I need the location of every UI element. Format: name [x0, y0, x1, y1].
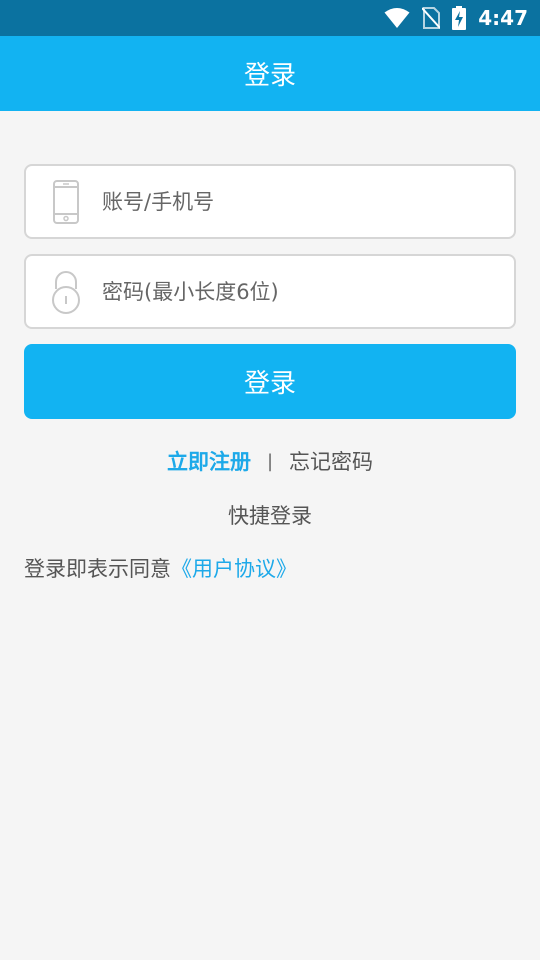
account-field[interactable] — [24, 164, 516, 239]
login-button[interactable]: 登录 — [24, 344, 516, 419]
lock-icon — [48, 269, 84, 315]
agreement-text: 登录即表示同意《用户协议》 — [24, 553, 297, 583]
wifi-icon — [384, 7, 410, 29]
no-sim-icon — [422, 7, 441, 29]
user-agreement-link[interactable]: 《用户协议》 — [171, 557, 297, 581]
battery-charging-icon — [452, 6, 467, 30]
links-row: 立即注册 | 忘记密码 — [0, 446, 540, 476]
forgot-password-link[interactable]: 忘记密码 — [289, 446, 373, 476]
password-field[interactable] — [24, 254, 516, 329]
quick-login-link[interactable]: 快捷登录 — [0, 500, 540, 530]
password-input[interactable] — [102, 279, 482, 304]
phone-icon — [48, 179, 84, 224]
status-bar: 4:47 — [0, 0, 540, 36]
register-link[interactable]: 立即注册 — [167, 446, 251, 476]
app-bar: 登录 — [0, 36, 540, 111]
agreement-prefix: 登录即表示同意 — [24, 557, 171, 581]
link-divider: | — [266, 450, 274, 472]
page-title: 登录 — [243, 61, 296, 91]
status-time: 4:47 — [478, 6, 528, 30]
account-input[interactable] — [102, 189, 482, 214]
